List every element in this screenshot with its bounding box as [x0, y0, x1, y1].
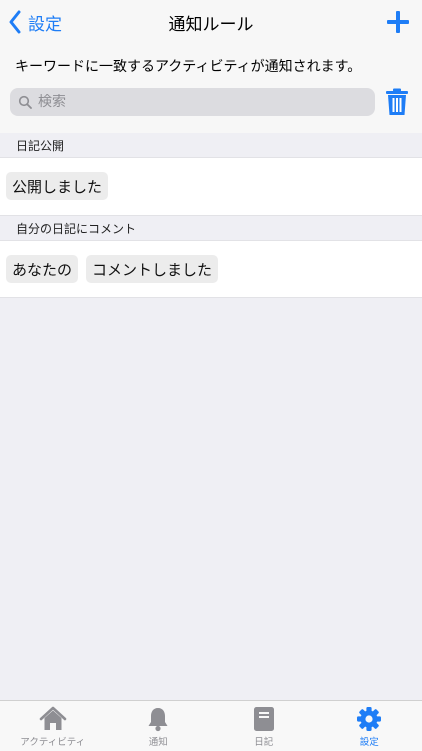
tab-settings[interactable]: 設定 [317, 701, 422, 751]
search-input[interactable] [38, 94, 338, 110]
page-title: 通知ルール [0, 0, 422, 44]
keyword-chip[interactable]: 公開しました [6, 172, 108, 200]
bell-icon [144, 706, 172, 732]
trash-icon[interactable] [384, 88, 410, 116]
tab-label: 日記 [254, 734, 273, 748]
section-header-diary-publish: 日記公開 [0, 133, 422, 157]
tab-label: アクティビティ [20, 734, 85, 748]
keyword-chip[interactable]: あなたの [6, 255, 78, 283]
plus-icon[interactable] [384, 8, 412, 36]
tab-label: 通知 [149, 734, 168, 748]
home-icon [39, 706, 67, 732]
tab-diary[interactable]: 日記 [211, 701, 317, 751]
section-header-diary-comment: 自分の日記にコメント [0, 216, 422, 240]
gear-icon [355, 706, 383, 732]
tab-activity[interactable]: アクティビティ [0, 701, 106, 751]
book-icon [250, 706, 278, 732]
search-icon [18, 95, 32, 109]
tab-bar: アクティビティ 通知 日記 設定 [0, 700, 422, 751]
tab-label: 設定 [360, 734, 379, 748]
rules-header: キーワードに一致するアクティビティが通知されます。 [0, 44, 422, 134]
navigation-bar: 設定 通知ルール [0, 0, 422, 44]
search-bar[interactable] [10, 88, 375, 116]
rules-description: キーワードに一致するアクティビティが通知されます。 [15, 56, 361, 76]
keyword-chip[interactable]: コメントしました [86, 255, 218, 283]
section-body-diary-comment: あなたの コメントしました [0, 240, 422, 298]
section-body-diary-publish: 公開しました [0, 157, 422, 216]
tab-notifications[interactable]: 通知 [106, 701, 212, 751]
section-title: 日記公開 [16, 137, 64, 154]
section-title: 自分の日記にコメント [16, 220, 136, 237]
